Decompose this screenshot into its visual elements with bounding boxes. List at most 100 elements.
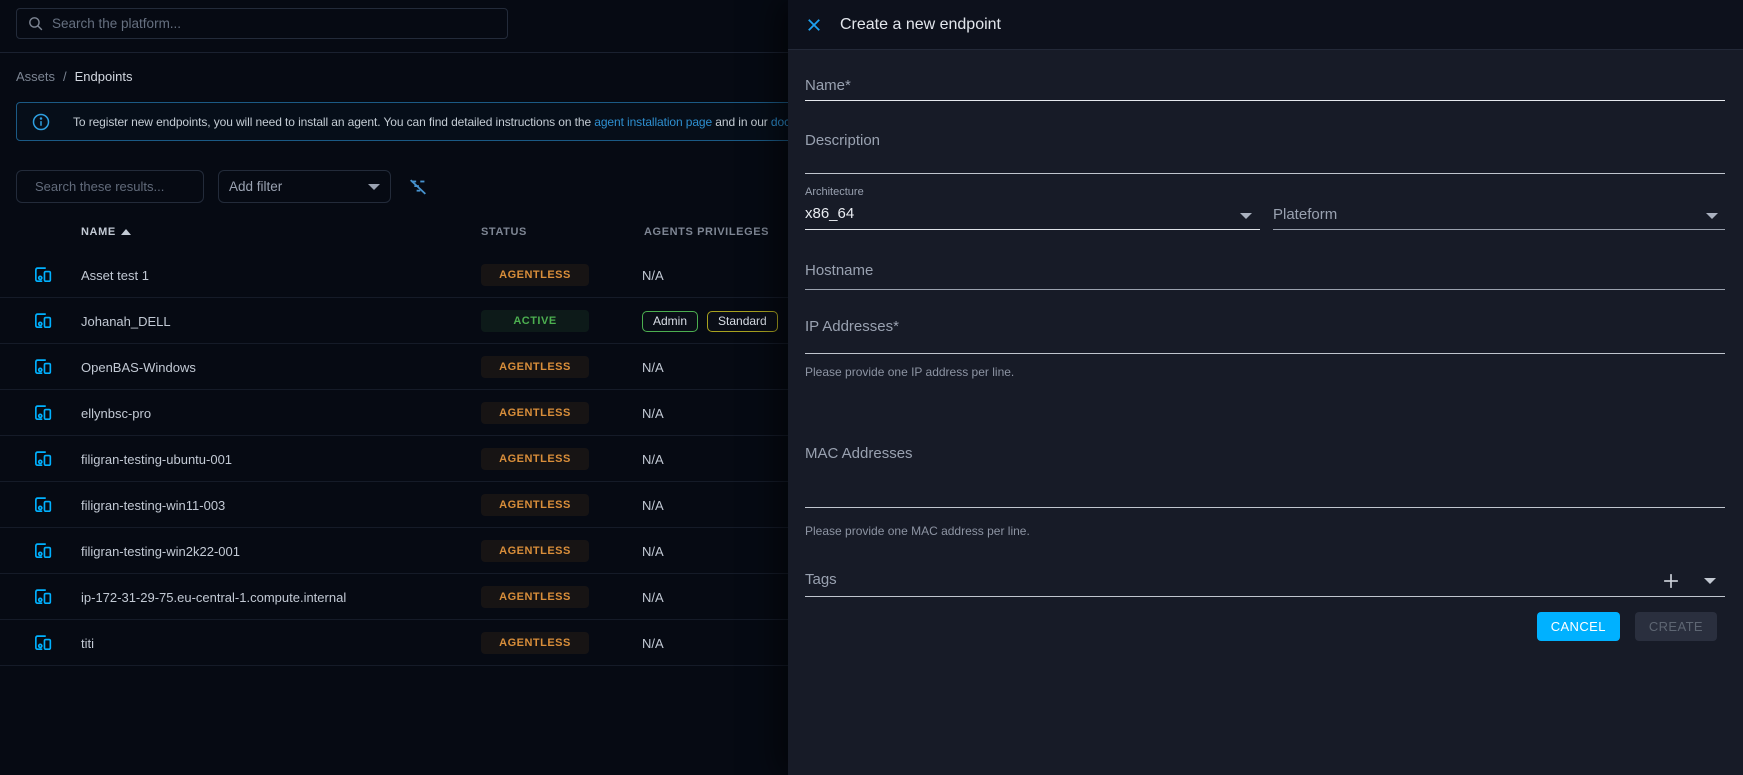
- architecture-underline: [805, 229, 1260, 230]
- privileges-cell: N/A: [642, 494, 664, 516]
- description-label: Description: [805, 132, 880, 149]
- architecture-select[interactable]: Architecture x86_64: [805, 186, 1260, 230]
- openbas-endpoints-page: Assets / Endpoints To register new endpo…: [0, 0, 1743, 775]
- status-chip: AGENTLESS: [481, 264, 589, 286]
- privileges-cell: AdminStandard: [642, 310, 787, 332]
- endpoint-name: Johanah_DELL: [81, 314, 171, 329]
- name-underline: [805, 100, 1725, 101]
- column-header-privileges: AGENTS PRIVILEGES: [644, 226, 769, 238]
- close-icon[interactable]: [805, 16, 823, 34]
- status-chip: AGENTLESS: [481, 448, 589, 470]
- drawer-header: Create a new endpoint: [788, 0, 1743, 50]
- chevron-down-icon: [368, 184, 380, 190]
- chevron-down-icon[interactable]: [1704, 578, 1716, 584]
- results-search-input[interactable]: [35, 179, 212, 194]
- privileges-cell: N/A: [642, 264, 664, 286]
- architecture-label: Architecture: [805, 186, 1260, 198]
- endpoint-name: ip-172-31-29-75.eu-central-1.compute.int…: [81, 590, 346, 605]
- endpoint-name: titi: [81, 636, 94, 651]
- devices-icon: [32, 402, 54, 424]
- name-header-label: NAME: [81, 226, 116, 238]
- devices-icon: [32, 540, 54, 562]
- platform-select[interactable]: Plateform: [1273, 206, 1725, 230]
- mac-addresses-underline: [805, 507, 1725, 508]
- search-icon: [27, 15, 44, 32]
- privileges-cell: N/A: [642, 448, 664, 470]
- create-button[interactable]: CREATE: [1635, 612, 1717, 641]
- table-row[interactable]: Asset test 1 AGENTLESS N/A: [0, 252, 788, 298]
- status-chip: AGENTLESS: [481, 356, 589, 378]
- add-filter-select[interactable]: Add filter: [218, 170, 391, 203]
- create-endpoint-drawer: Create a new endpoint Name* Description …: [788, 0, 1743, 775]
- tags-label: Tags: [805, 571, 837, 588]
- endpoint-name: ellynbsc-pro: [81, 406, 151, 421]
- privileges-cell: N/A: [642, 356, 664, 378]
- status-chip: AGENTLESS: [481, 402, 589, 424]
- chevron-down-icon[interactable]: [1706, 213, 1718, 219]
- status-chip: AGENTLESS: [481, 540, 589, 562]
- table-row[interactable]: Johanah_DELL ACTIVE AdminStandard: [0, 298, 788, 344]
- devices-icon: [32, 264, 54, 286]
- table-row[interactable]: titi AGENTLESS N/A: [0, 620, 788, 666]
- ip-helper-text: Please provide one IP address per line.: [805, 365, 1014, 379]
- sort-ascending-icon: [121, 229, 131, 235]
- table-header: NAME STATUS AGENTS PRIVILEGES: [0, 222, 788, 244]
- endpoint-name: filigran-testing-win11-003: [81, 498, 225, 513]
- platform-underline: [1273, 229, 1725, 230]
- table-row[interactable]: ellynbsc-pro AGENTLESS N/A: [0, 390, 788, 436]
- ip-addresses-underline: [805, 353, 1725, 354]
- devices-icon: [32, 586, 54, 608]
- mac-addresses-field[interactable]: MAC Addresses: [805, 445, 1725, 505]
- tags-field[interactable]: Tags: [805, 571, 1725, 595]
- drawer-title: Create a new endpoint: [840, 16, 1001, 34]
- devices-icon: [32, 448, 54, 470]
- table-row[interactable]: filigran-testing-win11-003 AGENTLESS N/A: [0, 482, 788, 528]
- endpoint-name: OpenBAS-Windows: [81, 360, 196, 375]
- banner-text-1: To register new endpoints, you will need…: [73, 115, 594, 129]
- breadcrumb-assets[interactable]: Assets: [16, 69, 55, 84]
- endpoint-name: filigran-testing-win2k22-001: [81, 544, 240, 559]
- mac-addresses-label: MAC Addresses: [805, 445, 913, 462]
- ip-addresses-label: IP Addresses*: [805, 318, 899, 335]
- breadcrumb-separator: /: [63, 69, 67, 84]
- info-icon: [31, 112, 51, 132]
- platform-label: Plateform: [1273, 206, 1337, 223]
- chevron-down-icon[interactable]: [1240, 213, 1252, 219]
- privileges-cell: N/A: [642, 540, 664, 562]
- platform-search-input[interactable]: [52, 16, 497, 31]
- hostname-field[interactable]: Hostname: [805, 262, 1725, 286]
- drawer-actions: CANCEL CREATE: [1537, 612, 1717, 641]
- hostname-underline: [805, 289, 1725, 290]
- privilege-chip: Admin: [642, 311, 698, 332]
- platform-search[interactable]: [16, 8, 508, 39]
- cancel-button[interactable]: CANCEL: [1537, 612, 1620, 641]
- endpoint-name: filigran-testing-ubuntu-001: [81, 452, 232, 467]
- name-field[interactable]: Name*: [805, 77, 1725, 101]
- description-underline: [805, 173, 1725, 174]
- breadcrumb: Assets / Endpoints: [16, 69, 132, 84]
- description-field[interactable]: Description: [805, 132, 1725, 156]
- table-row[interactable]: OpenBAS-Windows AGENTLESS N/A: [0, 344, 788, 390]
- agent-installation-link[interactable]: agent installation page: [594, 115, 712, 129]
- hostname-label: Hostname: [805, 262, 873, 279]
- devices-icon: [32, 310, 54, 332]
- name-label: Name*: [805, 77, 851, 94]
- privileges-cell: N/A: [642, 402, 664, 424]
- breadcrumb-endpoints: Endpoints: [75, 69, 133, 84]
- devices-icon: [32, 356, 54, 378]
- add-filter-label: Add filter: [229, 179, 282, 194]
- privileges-cell: N/A: [642, 632, 664, 654]
- column-header-name[interactable]: NAME: [81, 226, 131, 238]
- architecture-value: x86_64: [805, 205, 1260, 222]
- clear-filters-icon[interactable]: [407, 176, 429, 198]
- status-chip: ACTIVE: [481, 310, 589, 332]
- endpoint-rows: Asset test 1 AGENTLESS N/A Johanah_DELL …: [0, 252, 788, 666]
- table-row[interactable]: filigran-testing-ubuntu-001 AGENTLESS N/…: [0, 436, 788, 482]
- tags-underline: [805, 596, 1725, 597]
- results-search[interactable]: [16, 170, 204, 203]
- status-chip: AGENTLESS: [481, 586, 589, 608]
- ip-addresses-field[interactable]: IP Addresses*: [805, 318, 1725, 352]
- add-tag-icon[interactable]: [1660, 570, 1682, 592]
- table-row[interactable]: filigran-testing-win2k22-001 AGENTLESS N…: [0, 528, 788, 574]
- table-row[interactable]: ip-172-31-29-75.eu-central-1.compute.int…: [0, 574, 788, 620]
